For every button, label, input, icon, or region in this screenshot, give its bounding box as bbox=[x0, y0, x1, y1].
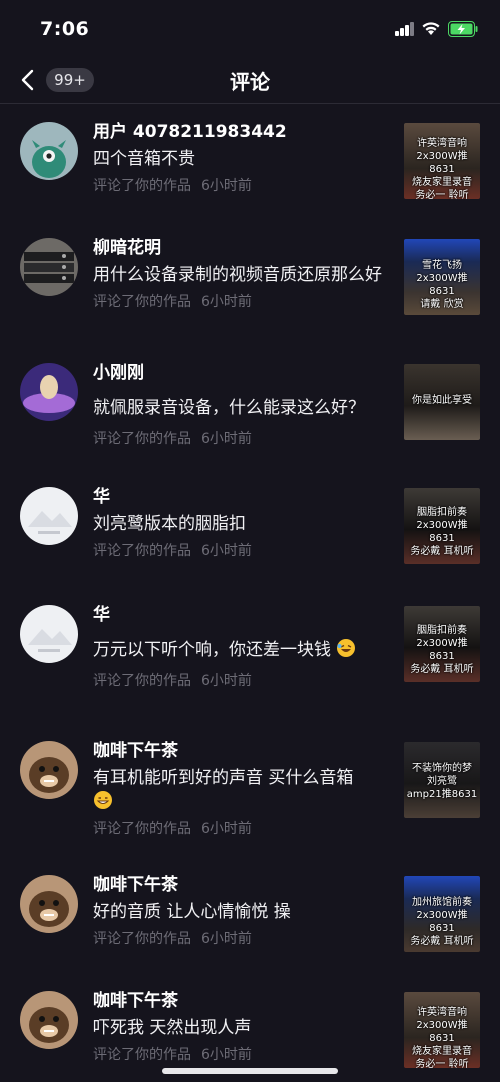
comment-time: 6小时前 bbox=[201, 673, 252, 689]
status-bar: 7:06 bbox=[0, 0, 500, 58]
list-item[interactable]: 咖啡下午茶 好的音质 让人心情愉悦 操 评论了你的作品 6小时前 加州旅馆前奏 2x… bbox=[0, 858, 500, 974]
user-name[interactable]: 柳暗花明 bbox=[93, 235, 393, 261]
comment-time: 6小时前 bbox=[201, 294, 252, 310]
user-name[interactable]: 小刚刚 bbox=[93, 360, 393, 386]
comment-content: 华 刘亮鹭版本的胭脂扣 评论了你的作品 6小时前 bbox=[93, 484, 393, 562]
comment-meta: 评论了你的作品 6小时前 bbox=[93, 428, 393, 450]
egg-avatar[interactable] bbox=[20, 363, 78, 421]
comment-meta: 评论了你的作品 6小时前 bbox=[93, 540, 393, 562]
video-thumbnail[interactable]: 许英湾音响 2x300W推8631 烧友家里录音 务必一 聆听 bbox=[404, 123, 480, 199]
comment-time: 6小时前 bbox=[201, 178, 252, 194]
thumbnail-caption: 胭脂扣前奏 2x300W推8631 务必戴 耳机听 bbox=[410, 507, 474, 557]
comment-content: 咖啡下午茶 吓死我 天然出现人声 评论了你的作品 6小时前 bbox=[93, 988, 393, 1066]
page-title: 评论 bbox=[230, 70, 270, 94]
comment-meta: 评论了你的作品 6小时前 bbox=[93, 818, 393, 840]
wifi-icon bbox=[422, 22, 440, 35]
list-item[interactable]: 小刚刚 就佩服录音设备，什么能录这么好？ 评论了你的作品 6小时前 你是如此享受 bbox=[0, 346, 500, 470]
comment-action: 评论了你的作品 bbox=[93, 673, 191, 689]
comment-content: 柳暗花明 用什么设备录制的视频音质还原那么好 评论了你的作品 6小时前 bbox=[93, 235, 393, 313]
list-item[interactable]: 咖啡下午茶 有耳机能听到好的声音 买什么音箱 评论了你的作品 6小时前 不装饰你的… bbox=[0, 724, 500, 858]
dog-avatar[interactable] bbox=[20, 991, 78, 1049]
grin-emoji-icon bbox=[94, 791, 112, 809]
thumbnail-caption: 加州旅馆前奏 2x300W推8631 务必戴 耳机听 bbox=[410, 897, 474, 947]
list-item[interactable]: 咖啡下午茶 吓死我 天然出现人声 评论了你的作品 6小时前 许英湾音响 2x300W… bbox=[0, 974, 500, 1082]
comment-text: 用什么设备录制的视频音质还原那么好 bbox=[93, 265, 382, 285]
comment-content: 用户 4078211983442 四个音箱不贵 评论了你的作品 6小时前 bbox=[93, 119, 393, 197]
placeholder-avatar[interactable] bbox=[20, 605, 78, 663]
comment-action: 评论了你的作品 bbox=[93, 294, 191, 310]
battery-charging-icon bbox=[448, 21, 478, 37]
list-item[interactable]: 华 刘亮鹭版本的胭脂扣 评论了你的作品 6小时前 胭脂扣前奏 2x300W推8631… bbox=[0, 470, 500, 588]
nav-bar: 99+ 评论 bbox=[0, 58, 500, 104]
comment-action: 评论了你的作品 bbox=[93, 543, 191, 559]
user-name[interactable]: 咖啡下午茶 bbox=[93, 738, 393, 764]
equipment-avatar[interactable] bbox=[20, 238, 78, 296]
comment-time: 6小时前 bbox=[201, 543, 252, 559]
thumbnail-caption: 许英湾音响 2x300W推8631 烧友家里录音 务必一 聆听 bbox=[412, 1007, 472, 1068]
user-name[interactable]: 咖啡下午茶 bbox=[93, 988, 393, 1014]
user-name[interactable]: 华 bbox=[93, 602, 393, 628]
comment-action: 评论了你的作品 bbox=[93, 821, 191, 837]
comment-action: 评论了你的作品 bbox=[93, 931, 191, 947]
comment-time: 6小时前 bbox=[201, 431, 252, 447]
cellular-signal-icon bbox=[395, 22, 415, 36]
comment-action: 评论了你的作品 bbox=[93, 178, 191, 194]
comment-content: 华 万元以下听个响，你还差一块钱 评论了你的作品 6小时前 bbox=[93, 602, 393, 692]
comment-text: 四个音箱不贵 bbox=[93, 149, 195, 169]
user-name[interactable]: 用户 4078211983442 bbox=[93, 119, 393, 145]
comment-content: 小刚刚 就佩服录音设备，什么能录这么好？ 评论了你的作品 6小时前 bbox=[93, 360, 393, 450]
video-thumbnail[interactable]: 许英湾音响 2x300W推8631 烧友家里录音 务必一 聆听 bbox=[404, 992, 480, 1068]
user-name[interactable]: 华 bbox=[93, 484, 393, 510]
video-thumbnail[interactable]: 你是如此享受 bbox=[404, 364, 480, 440]
placeholder-avatar[interactable] bbox=[20, 487, 78, 545]
video-thumbnail[interactable]: 雪花飞扬 2x300W推8631 请戴 欣赏 bbox=[404, 239, 480, 315]
video-thumbnail[interactable]: 加州旅馆前奏 2x300W推8631 务必戴 耳机听 bbox=[404, 876, 480, 952]
comment-text: 好的音质 让人心情愉悦 操 bbox=[93, 902, 291, 922]
home-indicator[interactable] bbox=[162, 1068, 338, 1074]
comment-text: 万元以下听个响，你还差一块钱 bbox=[93, 638, 393, 662]
thumbnail-caption: 胭脂扣前奏 2x300W推8631 务必戴 耳机听 bbox=[410, 625, 474, 675]
comment-text: 刘亮鹭版本的胭脂扣 bbox=[93, 514, 246, 534]
comment-content: 咖啡下午茶 好的音质 让人心情愉悦 操 评论了你的作品 6小时前 bbox=[93, 872, 393, 950]
thumbnail-caption: 许英湾音响 2x300W推8631 烧友家里录音 务必一 聆听 bbox=[412, 138, 472, 199]
comment-text: 有耳机能听到好的声音 买什么音箱 bbox=[93, 766, 393, 814]
comment-text: 就佩服录音设备，什么能录这么好？ bbox=[93, 398, 365, 418]
list-item[interactable]: 柳暗花明 用什么设备录制的视频音质还原那么好 评论了你的作品 6小时前 雪花飞扬 2… bbox=[0, 221, 500, 346]
dog-avatar[interactable] bbox=[20, 875, 78, 933]
comment-meta: 评论了你的作品 6小时前 bbox=[93, 670, 393, 692]
list-item[interactable]: 华 万元以下听个响，你还差一块钱 评论了你的作品 6小时前 胭脂扣前奏 2x300W… bbox=[0, 588, 500, 724]
green-monster-avatar[interactable] bbox=[20, 122, 78, 180]
video-thumbnail[interactable]: 不装饰你的梦 刘亮鹭 amp21推8631 bbox=[404, 742, 480, 818]
thumbnail-caption: 不装饰你的梦 刘亮鹭 amp21推8631 bbox=[406, 763, 478, 800]
comment-meta: 评论了你的作品 6小时前 bbox=[93, 175, 393, 197]
thumbnail-caption: 雪花飞扬 2x300W推8631 请戴 欣赏 bbox=[416, 260, 468, 310]
status-time: 7:06 bbox=[40, 18, 90, 40]
comment-action: 评论了你的作品 bbox=[93, 431, 191, 447]
user-name[interactable]: 咖啡下午茶 bbox=[93, 872, 393, 898]
comment-meta: 评论了你的作品 6小时前 bbox=[93, 928, 393, 950]
laughing-emoji-icon bbox=[337, 639, 356, 657]
comment-time: 6小时前 bbox=[201, 1047, 252, 1063]
comment-text: 吓死我 天然出现人声 bbox=[93, 1018, 252, 1038]
thumbnail-caption: 你是如此享受 bbox=[412, 395, 472, 406]
dog-avatar[interactable] bbox=[20, 741, 78, 799]
comment-content: 咖啡下午茶 有耳机能听到好的声音 买什么音箱 评论了你的作品 6小时前 bbox=[93, 738, 393, 840]
comment-action: 评论了你的作品 bbox=[93, 1047, 191, 1063]
comment-list: 用户 4078211983442 四个音箱不贵 评论了你的作品 6小时前 许英湾音… bbox=[0, 105, 500, 1082]
video-thumbnail[interactable]: 胭脂扣前奏 2x300W推8631 务必戴 耳机听 bbox=[404, 488, 480, 564]
list-item[interactable]: 用户 4078211983442 四个音箱不贵 评论了你的作品 6小时前 许英湾音… bbox=[0, 105, 500, 221]
comment-time: 6小时前 bbox=[201, 931, 252, 947]
video-thumbnail[interactable]: 胭脂扣前奏 2x300W推8631 务必戴 耳机听 bbox=[404, 606, 480, 682]
comment-meta: 评论了你的作品 6小时前 bbox=[93, 291, 393, 313]
comment-time: 6小时前 bbox=[201, 821, 252, 837]
comment-meta: 评论了你的作品 6小时前 bbox=[93, 1044, 393, 1066]
